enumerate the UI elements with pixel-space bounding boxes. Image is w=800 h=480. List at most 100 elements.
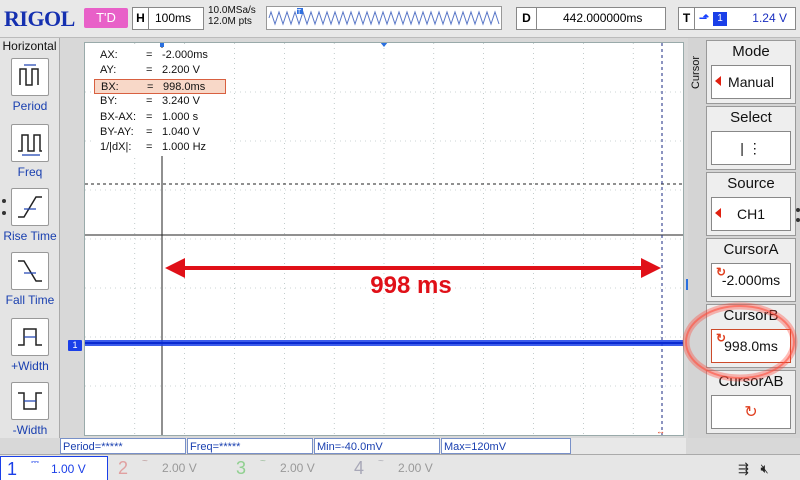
trigger-key: T	[679, 8, 695, 29]
channel-1-scale: 1.00 V	[51, 462, 86, 476]
cursor-readout-row: 1/|dX|: = 1.000 Hz	[94, 140, 226, 155]
select-value: | ⋮	[740, 140, 762, 156]
max-measurement: Max=120mV	[441, 438, 571, 454]
channel-3-indicator[interactable]: 3 ~ 2.00 V	[230, 456, 342, 480]
mode-value: Manual	[728, 74, 774, 90]
system-icons: ⇶ 🔇︎	[738, 461, 769, 477]
positive-width-label: +Width	[11, 359, 49, 373]
horizontal-key: H	[133, 8, 149, 29]
measurement-bar: Period=***** Freq=***** Min=-40.0mV Max=…	[60, 438, 686, 454]
status-bar: RIGOL T'D H 100ms 10.0MSa/s 12.0M pts T D…	[0, 0, 800, 38]
period-icon	[11, 58, 49, 96]
cursor-readout-value: 1.000 Hz	[162, 141, 207, 154]
select-softkey[interactable]: Select | ⋮	[706, 106, 796, 170]
channel-bar: 1 ⎓ 1.00 V 2 ~ 2.00 V 3 ~ 2.00 V 4 ~ 2.0…	[0, 454, 800, 480]
rising-edge-icon: ⬏	[699, 11, 710, 25]
freq-label: Freq	[17, 165, 43, 179]
rise-time-label: Rise Time	[3, 229, 57, 243]
equals-sign: =	[147, 80, 154, 93]
fall-time-label: Fall Time	[5, 293, 55, 307]
cursor-readout-row: AY: = 2.200 V	[94, 63, 226, 78]
knob-icon: ↻	[716, 265, 727, 279]
period-measurement: Period=*****	[60, 438, 186, 454]
channel-4-indicator[interactable]: 4 ~ 2.00 V	[348, 456, 460, 480]
cursor-ax-marker	[160, 43, 164, 47]
left-arrow-icon	[715, 208, 721, 218]
source-value-box: CH1	[711, 197, 791, 231]
cursor-readout-key: BX-AX:	[100, 110, 137, 123]
negative-width-label: -Width	[12, 423, 48, 437]
dc-coupling-icon: ⎓	[31, 457, 39, 468]
cursor-readout-key: AX:	[100, 49, 118, 61]
cursor-a-softkey[interactable]: CursorA ↻ -2.000ms	[706, 238, 796, 302]
source-softkey[interactable]: Source CH1	[706, 172, 796, 236]
measure-period-button[interactable]: Period	[0, 58, 60, 113]
usb-icon: ⇶	[738, 461, 749, 476]
mode-softkey[interactable]: Mode Manual	[706, 40, 796, 104]
measurement-annotation: 998 ms	[370, 272, 452, 299]
cursor-readout-row: AX: = -2.000ms	[94, 48, 226, 63]
acquisition-info: 10.0MSa/s 12.0M pts	[208, 5, 256, 27]
cursor-readout-value: 2.200 V	[162, 64, 200, 77]
knob-icon: ↻	[744, 404, 758, 421]
memory-waveform-overview: T	[266, 6, 502, 30]
cursor-ab-value-box: ↻	[711, 395, 791, 429]
trigger-channel-badge: 1	[713, 11, 728, 26]
trigger-level: 1.24 V	[752, 11, 787, 25]
menu-page-dot	[796, 218, 800, 222]
channel-1-indicator[interactable]: 1 ⎓ 1.00 V	[0, 456, 108, 480]
mode-value-box: Manual	[711, 65, 791, 99]
source-value: CH1	[736, 206, 765, 222]
frequency-icon	[11, 124, 49, 162]
source-label: Source	[727, 175, 775, 192]
trigger-status-badge: T'D	[84, 8, 128, 28]
equals-sign: =	[146, 64, 153, 77]
bx-end-marker: ↔	[656, 426, 665, 435]
sample-rate: 10.0MSa/s	[208, 5, 256, 16]
cursor-readout-row: BX: = 998.0ms	[94, 78, 226, 95]
trigger-box[interactable]: T ⬏ 1 1.24 V	[678, 7, 796, 30]
timebase-value: 100ms	[155, 11, 192, 25]
channel-3-scale: 2.00 V	[280, 461, 315, 475]
cursor-readout-value: 3.240 V	[162, 95, 200, 108]
channel-2-indicator[interactable]: 2 ~ 2.00 V	[112, 456, 224, 480]
equals-sign: =	[146, 49, 153, 61]
fall-time-icon	[11, 252, 49, 290]
select-label: Select	[730, 109, 772, 126]
cursor-readout-key: BY-AY:	[100, 125, 134, 138]
cursor-a-label: CursorA	[723, 241, 779, 258]
cursor-a-value-box: ↻ -2.000ms	[711, 263, 791, 297]
ch1-offset-marker[interactable]: 1	[68, 340, 82, 351]
channel-1-number: 1	[7, 459, 18, 479]
period-label: Period	[12, 99, 48, 113]
rise-time-icon	[11, 188, 49, 226]
sound-muted-icon[interactable]: 🔇︎	[761, 461, 769, 476]
channel-2-number: 2	[118, 458, 129, 478]
cursor-menu-title: Cursor	[690, 56, 702, 90]
memory-overview-graphic: T	[268, 8, 500, 28]
svg-text:T: T	[297, 9, 302, 16]
measure-fall-time-button[interactable]: Fall Time	[0, 252, 60, 307]
menu-page-dot	[2, 211, 6, 215]
cursor-readout-value: 998.0ms	[163, 80, 206, 93]
cursor-readout-key: BY:	[100, 95, 118, 108]
rigol-logo: RIGOL	[4, 6, 75, 31]
equals-sign: =	[146, 110, 153, 123]
cursor-readout-key: AY:	[100, 64, 117, 77]
measurement-arrow-left-head	[165, 258, 185, 278]
horizontal-timebase[interactable]: H 100ms	[132, 7, 204, 30]
delay-box[interactable]: D 442.000000ms	[516, 7, 666, 30]
delay-key: D	[517, 8, 537, 29]
measure-rise-time-button[interactable]: Rise Time	[0, 188, 60, 243]
mode-label: Mode	[732, 43, 770, 60]
menu-page-dot	[2, 199, 6, 203]
ac-coupling-icon: ~	[378, 456, 384, 467]
cursor-readout-key: 1/|dX|:	[100, 141, 132, 154]
equals-sign: =	[146, 125, 153, 138]
measure-positive-width-button[interactable]: +Width	[0, 318, 60, 373]
measure-freq-button[interactable]: Freq	[0, 124, 60, 179]
trigger-position-marker	[380, 43, 388, 47]
measure-negative-width-button[interactable]: -Width	[0, 382, 60, 437]
cursor-readout-value: 1.040 V	[162, 125, 200, 138]
freq-measurement: Freq=*****	[187, 438, 313, 454]
